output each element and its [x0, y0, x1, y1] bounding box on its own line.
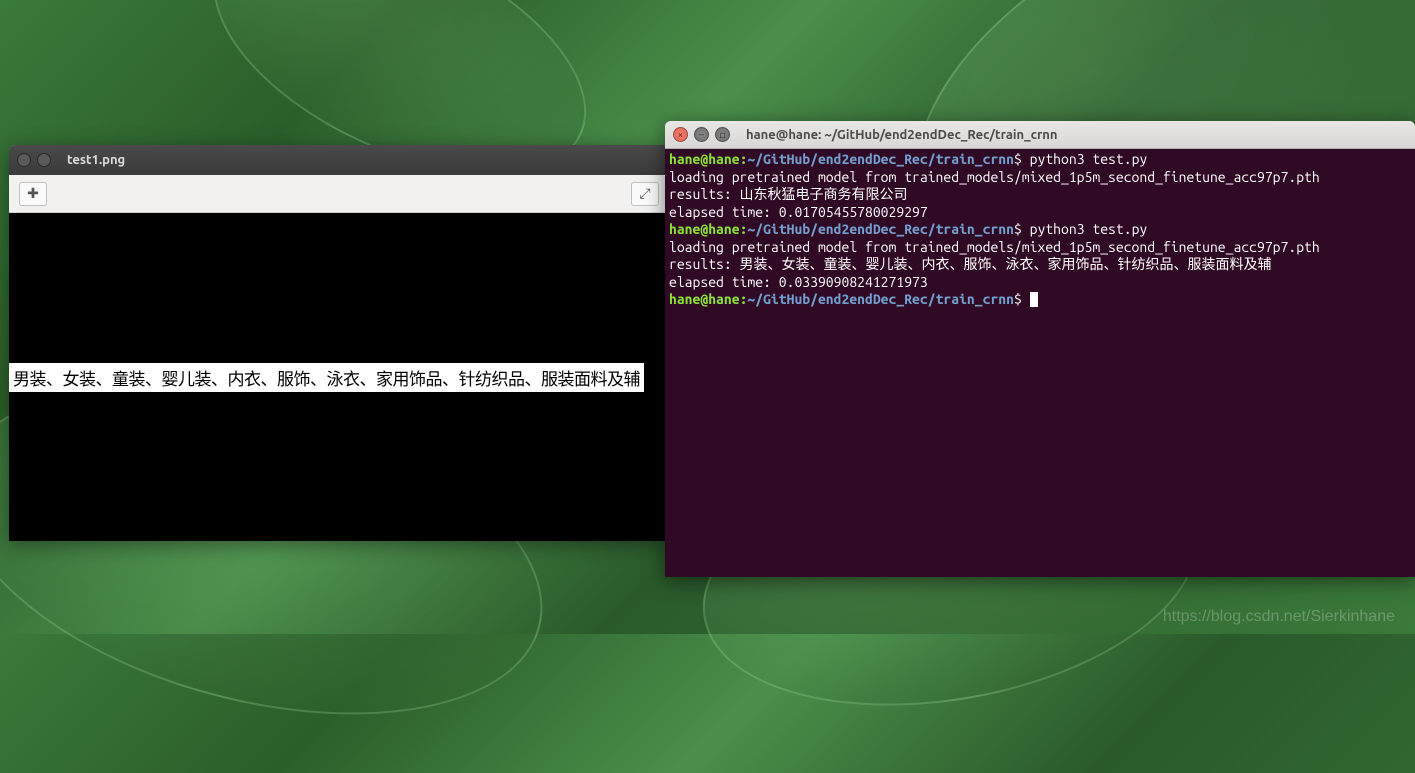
terminal-output-area[interactable]: hane@hane:~/GitHub/end2endDec_Rec/train_…	[665, 149, 1415, 577]
toolbar-add-button[interactable]: ✚	[19, 182, 47, 206]
prompt-dollar: $	[1014, 291, 1030, 307]
window-controls: × –	[17, 153, 51, 167]
maximize-button[interactable]: ▫	[715, 127, 730, 142]
prompt-user: hane@hane	[669, 291, 740, 307]
minimize-button[interactable]: –	[37, 153, 51, 167]
close-button[interactable]: ×	[17, 153, 31, 167]
plus-icon: ✚	[27, 185, 39, 202]
prompt-dollar: $	[1014, 151, 1030, 167]
minimize-button[interactable]: –	[694, 127, 709, 142]
expand-icon: ⤢	[639, 185, 650, 202]
window-controls: × – ▫	[673, 127, 730, 142]
output-text: loading pretrained model from trained_mo…	[669, 239, 1320, 290]
terminal-titlebar[interactable]: × – ▫ hane@hane: ~/GitHub/end2endDec_Rec…	[665, 121, 1415, 149]
output-text: loading pretrained model from trained_mo…	[669, 169, 1320, 220]
image-text-content: 男装、女装、童装、婴儿装、内衣、服饰、泳衣、家用饰品、针纺织品、服装面料及辅	[9, 363, 644, 392]
prompt-path: ~/GitHub/end2endDec_Rec/train_crnn	[747, 151, 1014, 167]
terminal-line: hane@hane:~/GitHub/end2endDec_Rec/train_…	[669, 151, 1147, 167]
window-title: test1.png	[67, 153, 125, 167]
close-button[interactable]: ×	[673, 127, 688, 142]
prompt-path: ~/GitHub/end2endDec_Rec/train_crnn	[747, 221, 1014, 237]
prompt-dollar: $	[1014, 221, 1030, 237]
terminal-window[interactable]: × – ▫ hane@hane: ~/GitHub/end2endDec_Rec…	[665, 121, 1415, 577]
command-text: python3 test.py	[1030, 151, 1148, 167]
command-text: python3 test.py	[1030, 221, 1148, 237]
terminal-line: hane@hane:~/GitHub/end2endDec_Rec/train_…	[669, 291, 1038, 307]
terminal-line: hane@hane:~/GitHub/end2endDec_Rec/train_…	[669, 221, 1147, 237]
prompt-path: ~/GitHub/end2endDec_Rec/train_crnn	[747, 291, 1014, 307]
cursor	[1030, 292, 1038, 307]
watermark: https://blog.csdn.net/Sierkinhane	[1163, 608, 1395, 626]
image-viewport[interactable]: 男装、女装、童装、婴儿装、内衣、服饰、泳衣、家用饰品、针纺织品、服装面料及辅	[9, 213, 669, 541]
image-viewer-titlebar[interactable]: × – test1.png	[9, 145, 669, 175]
prompt-user: hane@hane	[669, 221, 740, 237]
prompt-user: hane@hane	[669, 151, 740, 167]
image-viewer-window[interactable]: × – test1.png ✚ ⤢ 男装、女装、童装、婴儿装、内衣、服饰、泳衣、…	[9, 145, 669, 541]
terminal-title: hane@hane: ~/GitHub/end2endDec_Rec/train…	[746, 128, 1058, 142]
image-viewer-toolbar: ✚ ⤢	[9, 175, 669, 213]
fullscreen-button[interactable]: ⤢	[631, 182, 659, 206]
